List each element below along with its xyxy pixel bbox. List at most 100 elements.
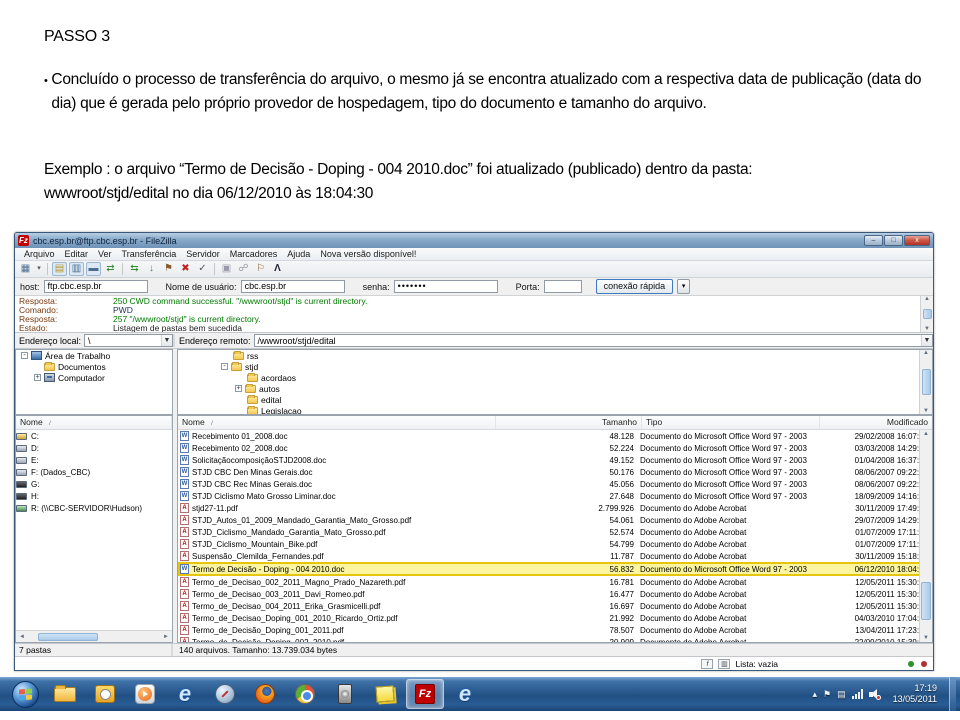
menu-editar[interactable]: Editar [60, 249, 94, 259]
network-signal-icon[interactable] [852, 689, 863, 699]
remote-tree-scrollbar[interactable]: ▲ ▼ [919, 350, 932, 414]
drive-row[interactable]: F: (Dados_CBC) [16, 466, 172, 478]
process-queue-icon[interactable]: ↓ [144, 262, 159, 276]
taskbar-item-safari[interactable] [206, 679, 244, 709]
remote-column-name[interactable]: Nome / [178, 416, 496, 429]
menu-ver[interactable]: Ver [93, 249, 117, 259]
refresh-icon[interactable]: ⇆ [127, 262, 142, 276]
local-horizontal-scrollbar[interactable]: ◄ ► [16, 630, 172, 642]
menu-nova-versao[interactable]: Nova versão disponível! [315, 249, 421, 259]
quickconnect-dropdown[interactable]: ▾ [677, 279, 690, 294]
scroll-down-icon[interactable]: ▼ [923, 408, 929, 414]
table-row[interactable]: WSTJD CBC Rec Minas Gerais.doc45.056Docu… [178, 478, 932, 490]
remote-tree-panel[interactable]: rss - stjd acordaos + autos edital [177, 349, 933, 415]
chevron-down-icon[interactable]: ▼ [921, 335, 932, 346]
scroll-down-icon[interactable]: ▼ [924, 326, 930, 332]
taskbar-item-explorer[interactable] [46, 679, 84, 709]
remote-column-size[interactable]: Tamanho [496, 416, 642, 429]
start-button[interactable] [6, 679, 44, 709]
remote-list-scrollbar[interactable]: ▲ ▼ [919, 430, 932, 642]
scroll-up-icon[interactable]: ▲ [923, 350, 929, 356]
taskbar-item-internet-explorer[interactable]: e [166, 679, 204, 709]
table-row[interactable]: ATermo_de_Decisão_Doping_002_2010.pdf20.… [178, 636, 932, 643]
scroll-right-icon[interactable]: ► [160, 634, 172, 640]
port-input[interactable] [544, 280, 582, 293]
table-row[interactable]: WRecebimento 01_2008.doc48.128Documento … [178, 430, 932, 442]
site-manager-dropdown[interactable]: ▾ [35, 262, 43, 276]
table-row[interactable]: WSolicitaçãocomposiçãoSTJD2008.doc49.152… [178, 454, 932, 466]
table-row[interactable]: ATermo_de_Decisao_004_2011_Erika_Grasmic… [178, 600, 932, 612]
table-row[interactable]: ASTJD_Autos_01_2009_Mandado_Garantia_Mat… [178, 514, 932, 526]
filter-icon[interactable]: ▣ [219, 262, 234, 276]
table-row[interactable]: ASTJD_Ciclismo_Mandado_Garantia_Mato_Gro… [178, 526, 932, 538]
tree-item-acordaos[interactable]: acordaos [178, 372, 932, 383]
find-files-icon[interactable]: Λ [270, 262, 285, 276]
local-column-name[interactable]: Nome / [16, 416, 172, 429]
menu-arquivo[interactable]: Arquivo [19, 249, 60, 259]
drive-row[interactable]: C: [16, 430, 172, 442]
remote-column-modified[interactable]: Modificado [820, 416, 932, 429]
table-row[interactable]: ASuspensão_Clemilda_Fernandes.pdf11.787D… [178, 550, 932, 562]
compare-directories-icon[interactable]: ☍ [236, 262, 251, 276]
remote-address-combo[interactable]: /wwwroot/stjd/edital ▼ [254, 334, 933, 347]
taskbar-item-sticky-notes[interactable] [366, 679, 404, 709]
drive-row[interactable]: H: [16, 490, 172, 502]
drive-row[interactable]: G: [16, 478, 172, 490]
remote-file-list[interactable]: Nome / Tamanho Tipo Modificado WRecebime… [177, 415, 933, 643]
tree-item-edital[interactable]: edital [178, 394, 932, 405]
scroll-down-icon[interactable]: ▼ [920, 635, 932, 641]
toggle-tree-view-icon[interactable]: ▥ [69, 262, 84, 276]
taskbar-item-media-device[interactable] [326, 679, 364, 709]
drive-row[interactable]: E: [16, 454, 172, 466]
directory-listing-icon[interactable]: ⚑ [161, 262, 176, 276]
table-row[interactable]: ASTJD_Ciclismo_Mountain_Bike.pdf54.799Do… [178, 538, 932, 550]
table-row[interactable]: ATermo_de_Decisao_003_2011_Davi_Romeo.pd… [178, 588, 932, 600]
show-desktop-button[interactable] [949, 677, 956, 711]
title-bar[interactable]: Fz cbc.esp.br@ftp.cbc.esp.br - FileZilla… [15, 233, 933, 248]
local-file-list[interactable]: Nome / C: D: E: F: (Dados_CBC) G: H: R: … [15, 415, 173, 643]
tree-item-stjd[interactable]: - stjd [178, 361, 932, 372]
message-log[interactable]: Resposta: 250 CWD command successful. "/… [15, 296, 933, 333]
menu-transferencia[interactable]: Transferência [117, 249, 182, 259]
drive-row[interactable]: R: (\\CBC-SERVIDOR\Hudson) [16, 502, 172, 514]
document-tray-icon[interactable]: ▤ [837, 689, 846, 700]
scroll-up-icon[interactable]: ▲ [920, 431, 932, 437]
taskbar-item-internet-explorer-2[interactable]: e [446, 679, 484, 709]
table-row[interactable]: WSTJD CBC Den Minas Gerais.doc50.176Docu… [178, 466, 932, 478]
close-button[interactable]: x [904, 235, 930, 246]
tree-item-legislacao[interactable]: Legislacao [178, 405, 932, 415]
password-input[interactable]: ••••••• [394, 280, 498, 293]
volume-muted-icon[interactable] [869, 689, 881, 700]
table-row[interactable]: WRecebimento 02_2008.doc52.224Documento … [178, 442, 932, 454]
tree-item-autos[interactable]: + autos [178, 383, 932, 394]
toggle-message-log-icon[interactable]: ▤ [52, 262, 67, 276]
table-row[interactable]: Astjd27-11.pdf2.799.926Documento do Adob… [178, 502, 932, 514]
log-scrollbar[interactable]: ▲ ▼ [920, 296, 933, 332]
table-row[interactable]: ATermo_de_Decisão_Doping_001_2011.pdf78.… [178, 624, 932, 636]
taskbar-item-outlook[interactable] [86, 679, 124, 709]
bookmark-icon[interactable]: ⚐ [253, 262, 268, 276]
minimize-button[interactable]: – [864, 235, 883, 246]
menu-marcadores[interactable]: Marcadores [225, 249, 283, 259]
tree-item-rss[interactable]: rss [178, 350, 932, 361]
table-row[interactable]: WSTJD Ciclismo Mato Grosso Liminar.doc27… [178, 490, 932, 502]
table-row-highlighted[interactable]: WTermo de Decisão - Doping - 004 2010.do… [178, 562, 932, 576]
scroll-left-icon[interactable]: ◄ [16, 634, 28, 640]
local-address-combo[interactable]: \ ▼ [84, 334, 173, 347]
tree-item-computer[interactable]: + Computador [16, 372, 172, 383]
tree-item-desktop[interactable]: - Área de Trabalho [16, 350, 172, 361]
quickconnect-button[interactable]: conexão rápida [596, 279, 674, 294]
scroll-up-icon[interactable]: ▲ [924, 296, 930, 302]
local-tree-panel[interactable]: - Área de Trabalho Documentos + Computad… [15, 349, 173, 415]
taskbar-item-media-player[interactable] [126, 679, 164, 709]
disconnect-icon[interactable]: ✓ [195, 262, 210, 276]
host-input[interactable]: ftp.cbc.esp.br [44, 280, 148, 293]
toggle-queue-icon[interactable]: ▬ [86, 262, 101, 276]
menu-ajuda[interactable]: Ajuda [282, 249, 315, 259]
drive-row[interactable]: D: [16, 442, 172, 454]
taskbar-item-filezilla[interactable]: Fz [406, 679, 444, 709]
tree-item-documents[interactable]: Documentos [16, 361, 172, 372]
synchronize-browsing-icon[interactable]: ⇄ [103, 262, 118, 276]
taskbar-item-firefox[interactable] [246, 679, 284, 709]
table-row[interactable]: ATermo_de_Decisao_002_2011_Magno_Prado_N… [178, 576, 932, 588]
